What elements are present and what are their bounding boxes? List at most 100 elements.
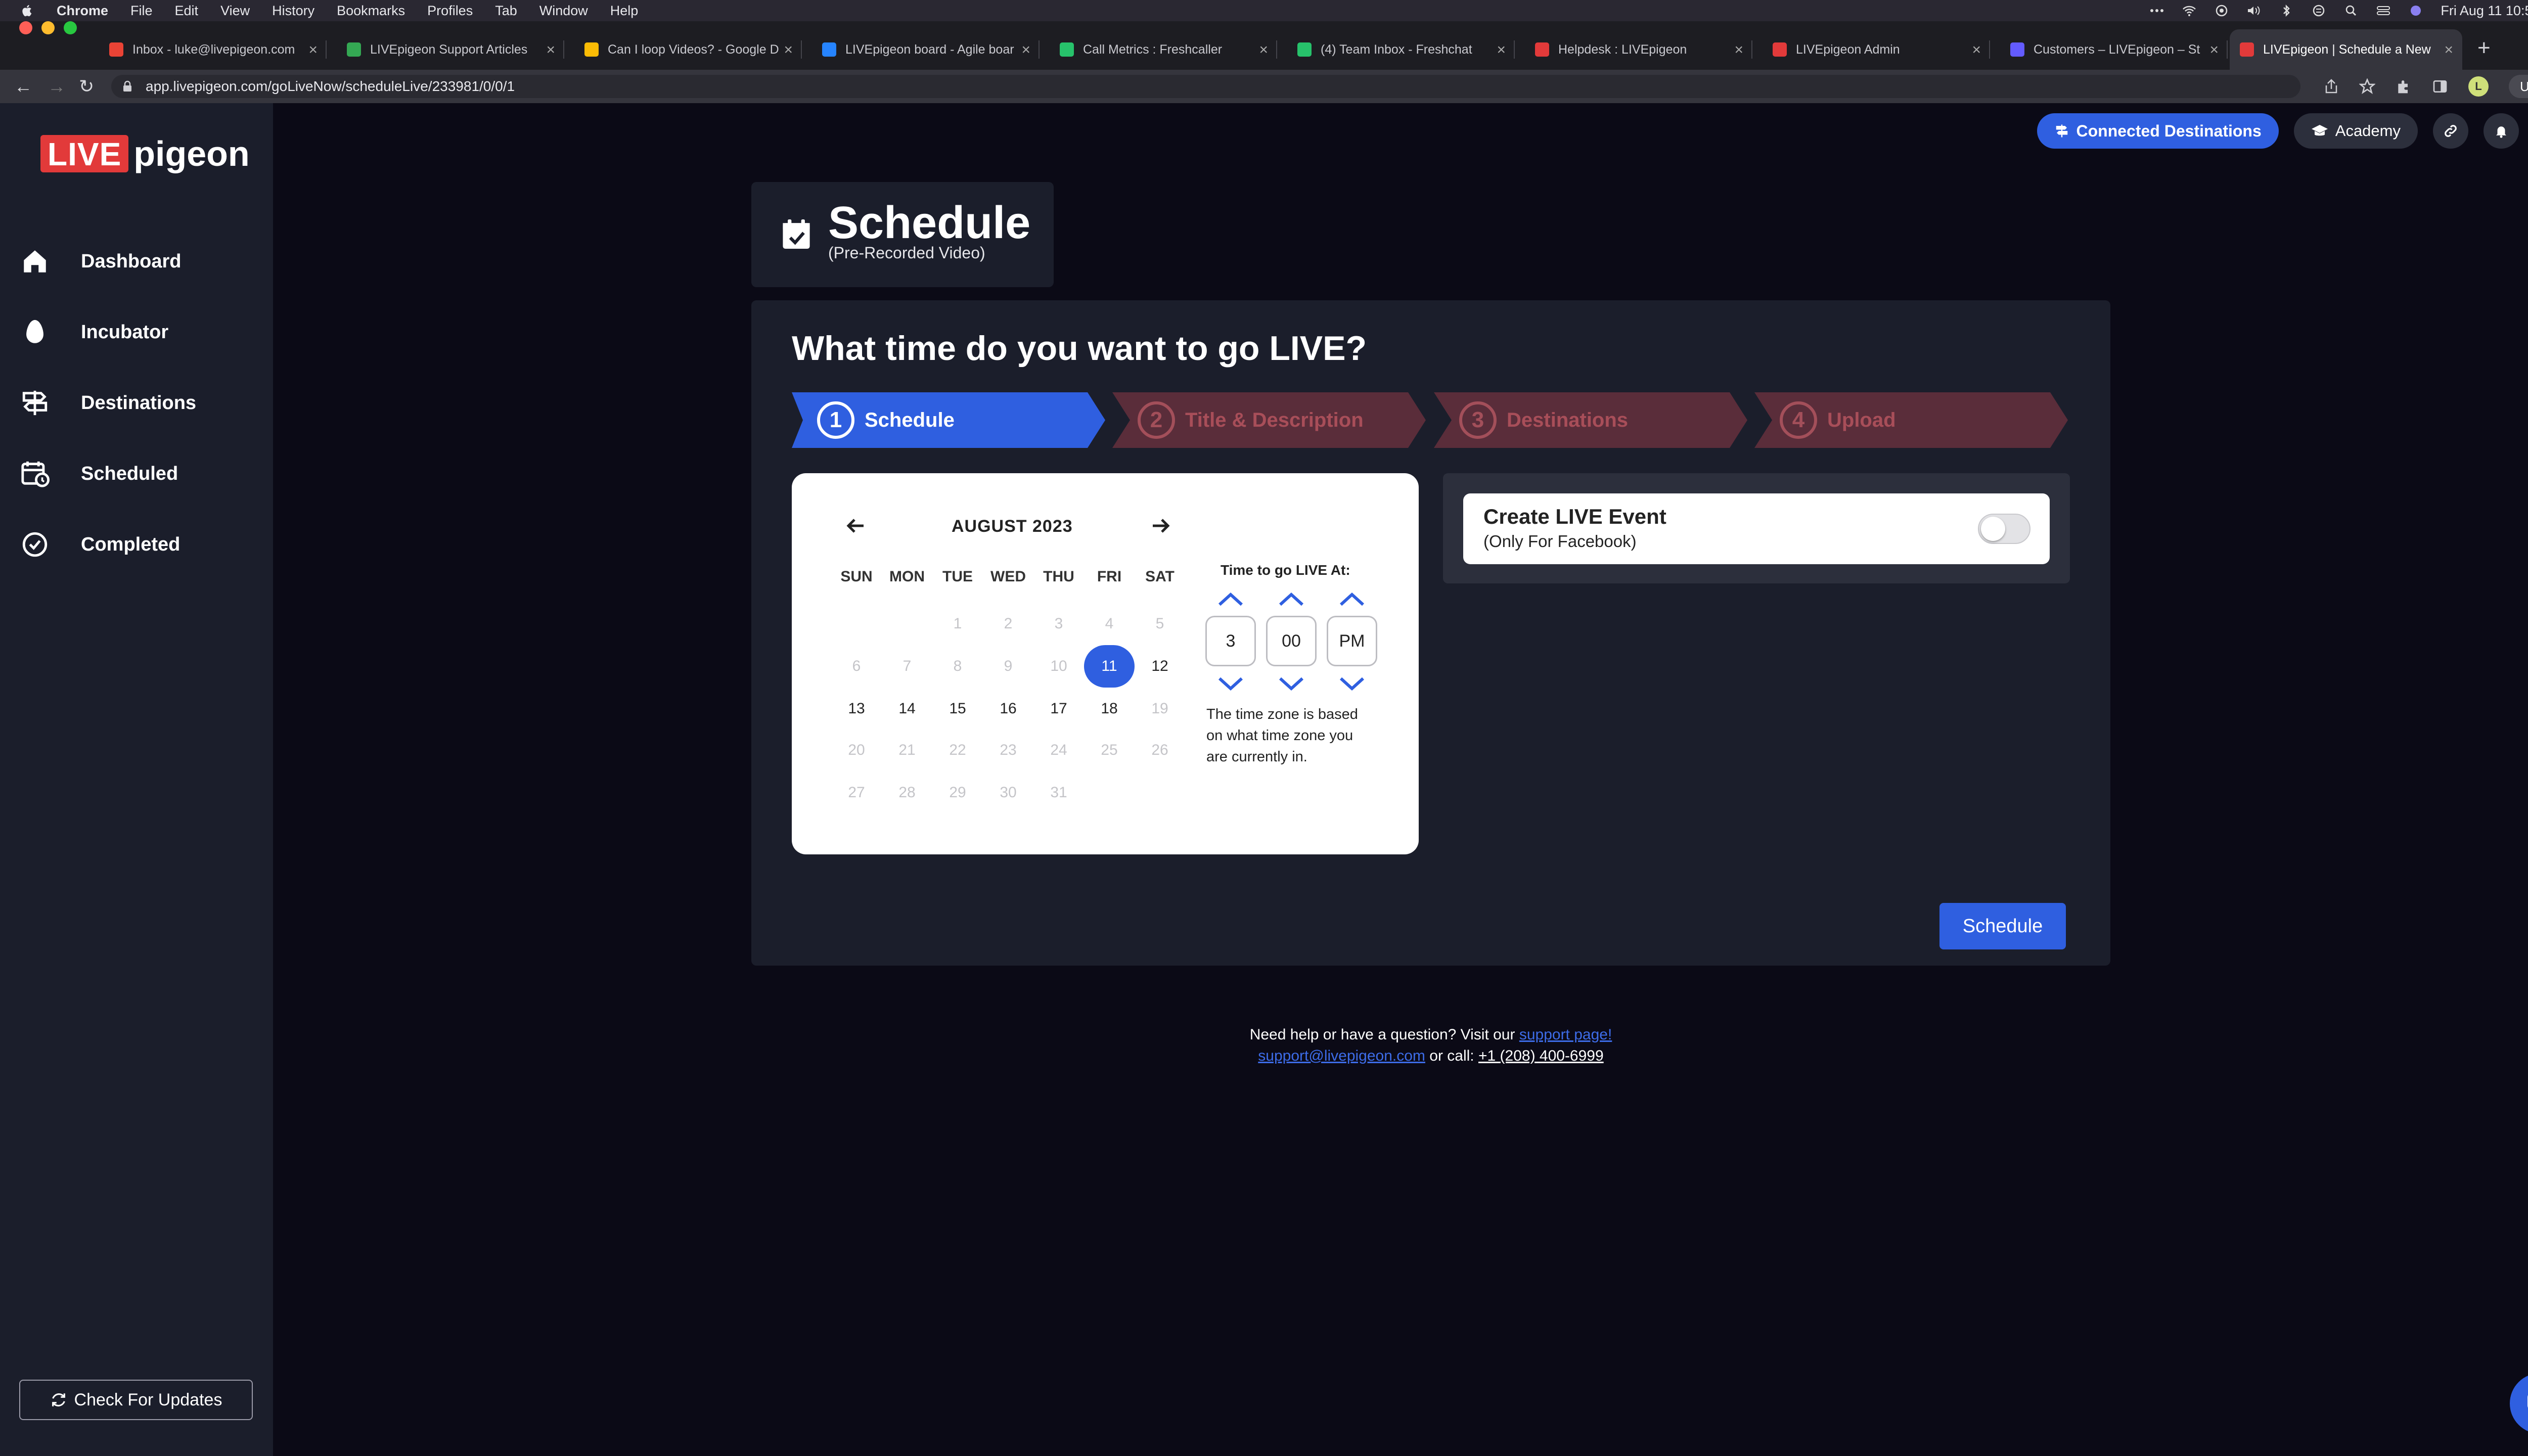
sidebar-item-completed[interactable]: Completed	[20, 522, 180, 567]
clock-datetime[interactable]: Fri Aug 11 10:55 AM	[2441, 3, 2528, 19]
browser-tab[interactable]: LIVEpigeon board - Agile boar ×	[812, 29, 1040, 70]
menu-app-name[interactable]: Chrome	[57, 3, 108, 19]
lock-icon[interactable]	[122, 80, 132, 93]
check-for-updates-button[interactable]: Check For Updates	[19, 1380, 253, 1420]
next-month-arrow-icon[interactable]	[1149, 514, 1173, 538]
browser-tab[interactable]: LIVEpigeon | Schedule a New ×	[2230, 29, 2462, 70]
calendar-day[interactable]: 16	[983, 688, 1033, 730]
zoom-window-button[interactable]	[64, 21, 77, 34]
hour-up-chevron-icon[interactable]	[1216, 590, 1245, 609]
tab-close-icon[interactable]: ×	[1259, 41, 1268, 59]
calendar-day-number: 30	[1000, 784, 1017, 801]
phone-link[interactable]: +1 (208) 400-6999	[1478, 1048, 1604, 1064]
connected-destinations-button[interactable]: Connected Destinations	[2037, 113, 2279, 149]
hour-down-chevron-icon[interactable]	[1216, 674, 1245, 693]
minute-up-chevron-icon[interactable]	[1277, 590, 1305, 609]
tab-close-icon[interactable]: ×	[1021, 41, 1030, 59]
notifications-button[interactable]	[2484, 113, 2519, 149]
menu-help[interactable]: Help	[610, 3, 639, 19]
period-field[interactable]: PM	[1327, 616, 1377, 666]
siri-icon[interactable]	[2408, 5, 2423, 17]
share-icon[interactable]	[2324, 78, 2339, 95]
control-center-icon[interactable]	[2376, 5, 2391, 17]
browser-tab[interactable]: (4) Team Inbox - Freshchat ×	[1287, 29, 1515, 70]
bookmark-star-icon[interactable]	[2359, 78, 2375, 95]
url-text: app.livepigeon.com/goLiveNow/scheduleLiv…	[146, 78, 515, 94]
sidebar-item-scheduled[interactable]: Scheduled	[20, 451, 178, 496]
link-button[interactable]	[2433, 113, 2468, 149]
tab-close-icon[interactable]: ×	[1497, 41, 1506, 59]
signpost-icon	[22, 390, 48, 416]
support-email-link[interactable]: support@livepigeon.com	[1258, 1048, 1425, 1064]
sidebar-item-destinations[interactable]: Destinations	[20, 380, 196, 426]
browser-tab[interactable]: Helpdesk : LIVEpigeon ×	[1525, 29, 1752, 70]
period-up-chevron-icon[interactable]	[1338, 590, 1366, 609]
browser-tab[interactable]: Can I loop Videos? - Google D ×	[574, 29, 802, 70]
hour-field[interactable]: 3	[1205, 616, 1256, 666]
menu-window[interactable]: Window	[539, 3, 588, 19]
menu-file[interactable]: File	[130, 3, 153, 19]
menu-tab[interactable]: Tab	[495, 3, 517, 19]
calendar-day[interactable]: 17	[1033, 688, 1084, 730]
prev-month-arrow-icon[interactable]	[843, 514, 868, 538]
address-bar[interactable]: app.livepigeon.com/goLiveNow/scheduleLiv…	[111, 75, 2300, 98]
schedule-button[interactable]: Schedule	[1939, 903, 2066, 949]
back-arrow-icon[interactable]: ←	[14, 76, 32, 97]
calendar-day[interactable]: 15	[932, 688, 983, 730]
support-page-link[interactable]: support page!	[1519, 1026, 1612, 1043]
minute-field[interactable]: 00	[1266, 616, 1317, 666]
calendar-day[interactable]: 18	[1084, 688, 1135, 730]
wifi-icon[interactable]	[2182, 5, 2197, 17]
calendar-day[interactable]: 14	[882, 688, 932, 730]
extensions-puzzle-icon[interactable]	[2396, 78, 2412, 95]
calendar-day-selected[interactable]: 11	[1084, 645, 1135, 688]
browser-tab[interactable]: LIVEpigeon Support Articles ×	[337, 29, 564, 70]
more-dots-icon[interactable]	[2149, 5, 2164, 17]
browser-tab[interactable]: Inbox - luke@livepigeon.com ×	[99, 29, 327, 70]
menu-edit[interactable]: Edit	[175, 3, 199, 19]
user-switch-icon[interactable]	[2311, 5, 2326, 17]
menu-bookmarks[interactable]: Bookmarks	[337, 3, 405, 19]
step-schedule[interactable]: 1 Schedule	[792, 392, 1105, 448]
new-tab-button[interactable]: +	[2477, 35, 2491, 61]
step-title-description[interactable]: 2 Title & Description	[1112, 392, 1426, 448]
profile-avatar[interactable]: L	[2468, 76, 2489, 97]
close-window-button[interactable]	[19, 21, 32, 34]
reload-icon[interactable]: ↻	[79, 76, 94, 97]
browser-tab[interactable]: Customers – LIVEpigeon – St ×	[2000, 29, 2228, 70]
live-event-toggle[interactable]	[1978, 514, 2030, 544]
sidepanel-icon[interactable]	[2432, 78, 2448, 95]
bluetooth-icon[interactable]	[2279, 5, 2294, 17]
tab-close-icon[interactable]: ×	[308, 41, 318, 59]
sidebar-item-dashboard[interactable]: Dashboard	[20, 239, 181, 284]
browser-tab[interactable]: LIVEpigeon Admin ×	[1763, 29, 1990, 70]
tab-close-icon[interactable]: ×	[546, 41, 555, 59]
chrome-update-button[interactable]: Update⋮	[2509, 75, 2528, 98]
step-destinations[interactable]: 3 Destinations	[1434, 392, 1747, 448]
calendar-day[interactable]: 13	[831, 688, 882, 730]
calendar-day[interactable]: 12	[1135, 645, 1185, 688]
apple-icon[interactable]	[20, 4, 34, 18]
chat-widget-button[interactable]	[2510, 1373, 2528, 1434]
tab-close-icon[interactable]: ×	[1734, 41, 1743, 59]
tab-close-icon[interactable]: ×	[2444, 41, 2453, 59]
tab-close-icon[interactable]: ×	[784, 41, 793, 59]
menu-profiles[interactable]: Profiles	[427, 3, 473, 19]
forward-arrow-icon[interactable]: →	[48, 76, 66, 97]
minimize-window-button[interactable]	[41, 21, 55, 34]
tab-close-icon[interactable]: ×	[1972, 41, 1981, 59]
focus-icon[interactable]	[2214, 5, 2229, 17]
period-down-chevron-icon[interactable]	[1338, 674, 1366, 693]
volume-icon[interactable]	[2246, 5, 2262, 17]
menu-view[interactable]: View	[220, 3, 250, 19]
sidebar-item-incubator[interactable]: Incubator	[20, 309, 168, 355]
tab-close-icon[interactable]: ×	[2209, 41, 2219, 59]
academy-button[interactable]: Academy	[2293, 113, 2418, 149]
spotlight-search-icon[interactable]	[2343, 5, 2359, 17]
livepigeon-logo[interactable]: LIVE pigeon	[40, 132, 250, 175]
calendar-day: 4	[1084, 603, 1135, 645]
step-upload[interactable]: 4 Upload	[1754, 392, 2068, 448]
browser-tab[interactable]: Call Metrics : Freshcaller ×	[1050, 29, 1277, 70]
menu-history[interactable]: History	[272, 3, 314, 19]
minute-down-chevron-icon[interactable]	[1277, 674, 1305, 693]
